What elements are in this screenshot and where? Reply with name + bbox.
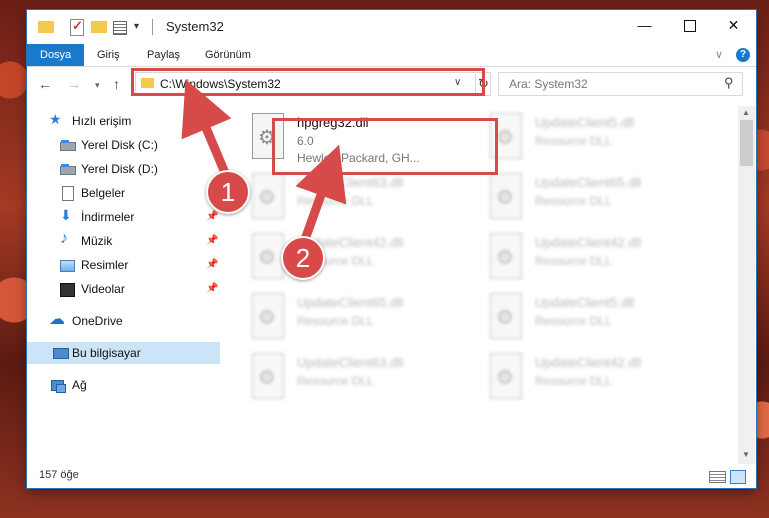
arrow-1 <box>181 79 233 185</box>
arrow-2 <box>295 144 347 250</box>
annotation-arrows <box>181 79 347 250</box>
step-badge-2: 2 <box>281 236 325 280</box>
step-badge-1: 1 <box>206 170 250 214</box>
